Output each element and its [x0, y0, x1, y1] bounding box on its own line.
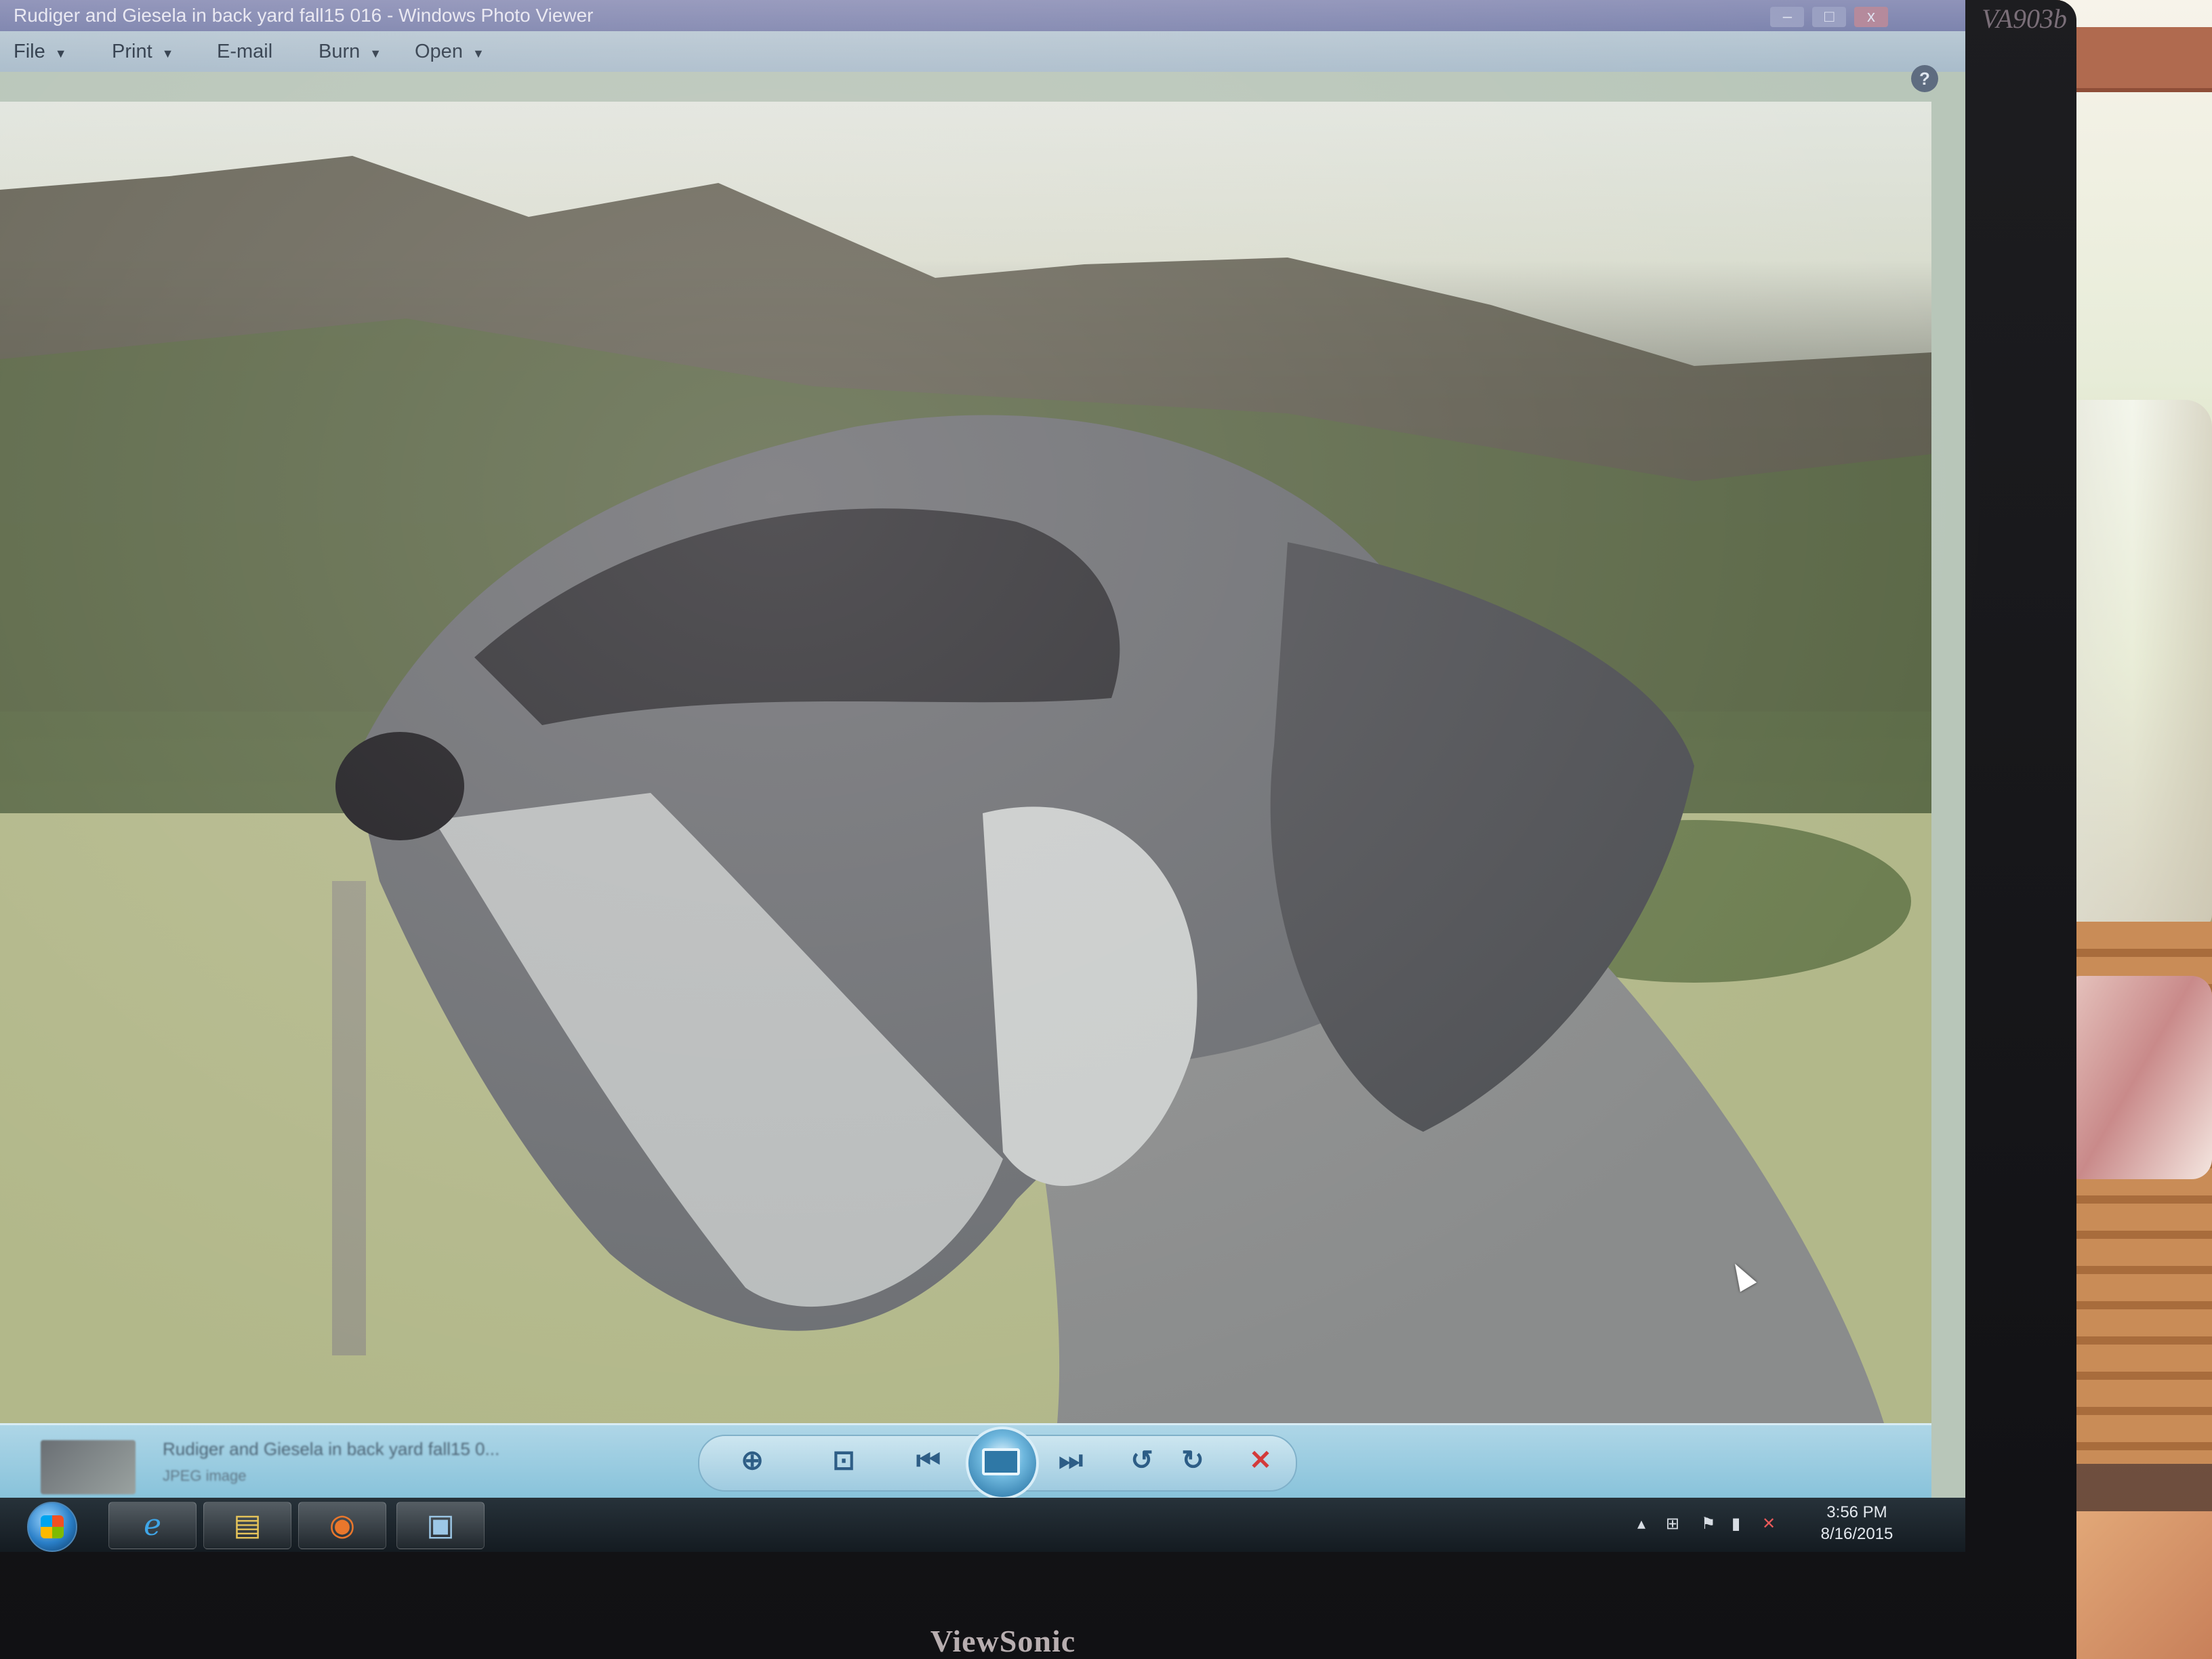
dog-nose: [335, 732, 464, 840]
windows-logo-icon: [41, 1515, 64, 1538]
menu-email-label: E-mail: [217, 41, 273, 62]
menu-burn[interactable]: Burn ▼: [319, 31, 382, 74]
slideshow-icon: [982, 1448, 1020, 1475]
previous-icon[interactable]: ⏮: [908, 1440, 949, 1481]
window-frame: [2074, 27, 2212, 92]
menu-email[interactable]: E-mail: [217, 31, 272, 72]
taskbar-clock[interactable]: 3:56 PM 8/16/2015: [1803, 1502, 1911, 1545]
menu-print[interactable]: Print ▼: [112, 31, 173, 74]
window-title: Rudiger and Giesela in back yard fall15 …: [14, 5, 594, 26]
show-hidden-icons-icon[interactable]: ▴: [1637, 1514, 1645, 1534]
dropdown-arrow-icon: ▼: [472, 47, 485, 60]
menu-print-label: Print: [112, 41, 152, 62]
dropdown-arrow-icon: ▼: [161, 47, 174, 60]
photo-viewer-icon[interactable]: ▣: [396, 1502, 485, 1549]
menu-bar: File ▼ Print ▼ E-mail Burn ▼ Open ▼: [0, 31, 1965, 72]
menu-file-label: File: [14, 41, 45, 62]
slideshow-button[interactable]: [966, 1427, 1039, 1500]
wooden-object: [2074, 1511, 2212, 1659]
delete-icon[interactable]: ✕: [1240, 1440, 1281, 1481]
close-button[interactable]: x: [1854, 7, 1888, 27]
file-type-label: JPEG image: [163, 1467, 247, 1484]
minimize-button[interactable]: –: [1770, 7, 1805, 27]
monitor-screen: Rudiger and Giesela in back yard fall15 …: [0, 0, 1965, 1552]
dropdown-arrow-icon: ▼: [369, 47, 382, 60]
dropdown-arrow-icon: ▼: [54, 47, 67, 60]
next-icon[interactable]: ⏭: [1050, 1440, 1091, 1481]
flag-icon[interactable]: ⚑: [1701, 1514, 1716, 1534]
menu-file[interactable]: File ▼: [14, 31, 67, 74]
network-icon[interactable]: ▮: [1732, 1514, 1740, 1534]
rotate-counterclockwise-icon[interactable]: ↺: [1122, 1440, 1162, 1481]
basket-cloth: [2060, 976, 2212, 1179]
photo-display: [0, 102, 1931, 1423]
help-icon[interactable]: ?: [1911, 65, 1938, 92]
start-button[interactable]: [27, 1502, 77, 1552]
system-tray: ▴ ⊞ ⚑ ▮ ✕ 3:56 PM 8/16/2015: [1626, 1498, 1965, 1552]
image-thumbnail: [41, 1440, 136, 1494]
dog-photo: [0, 156, 1931, 1423]
monitor-brand-label: ViewSonic: [930, 1624, 1076, 1658]
clock-date: 8/16/2015: [1820, 1525, 1893, 1543]
volume-muted-icon[interactable]: ✕: [1762, 1514, 1776, 1534]
menu-open-label: Open: [415, 41, 463, 62]
glass-vase: [2053, 400, 2212, 928]
zoom-icon[interactable]: ⊕: [732, 1440, 773, 1481]
monitor-bezel: VA903b ViewSonic Rudiger and Giesela in …: [0, 0, 2076, 1659]
actual-size-icon[interactable]: ⊡: [823, 1440, 864, 1481]
file-explorer-icon[interactable]: ▤: [203, 1502, 291, 1549]
rotate-clockwise-icon[interactable]: ↻: [1172, 1440, 1213, 1481]
menu-open[interactable]: Open ▼: [415, 31, 485, 74]
maximize-button[interactable]: □: [1812, 7, 1847, 27]
internet-explorer-icon[interactable]: e: [108, 1502, 197, 1549]
menu-burn-label: Burn: [319, 41, 361, 62]
window-titlebar: Rudiger and Giesela in back yard fall15 …: [0, 0, 1965, 31]
action-center-icon[interactable]: ⊞: [1666, 1514, 1679, 1534]
clock-time: 3:56 PM: [1826, 1503, 1887, 1521]
taskbar: e ▤ ◉ ▣ ▴ ⊞ ⚑ ▮ ✕ 3:56 PM 8/16/2015: [0, 1498, 1965, 1552]
firefox-icon[interactable]: ◉: [298, 1502, 386, 1549]
window-controls: – □ x: [1770, 0, 1891, 31]
file-name-label: Rudiger and Giesela in back yard fall15 …: [163, 1439, 500, 1459]
fence-post: [332, 881, 366, 1355]
